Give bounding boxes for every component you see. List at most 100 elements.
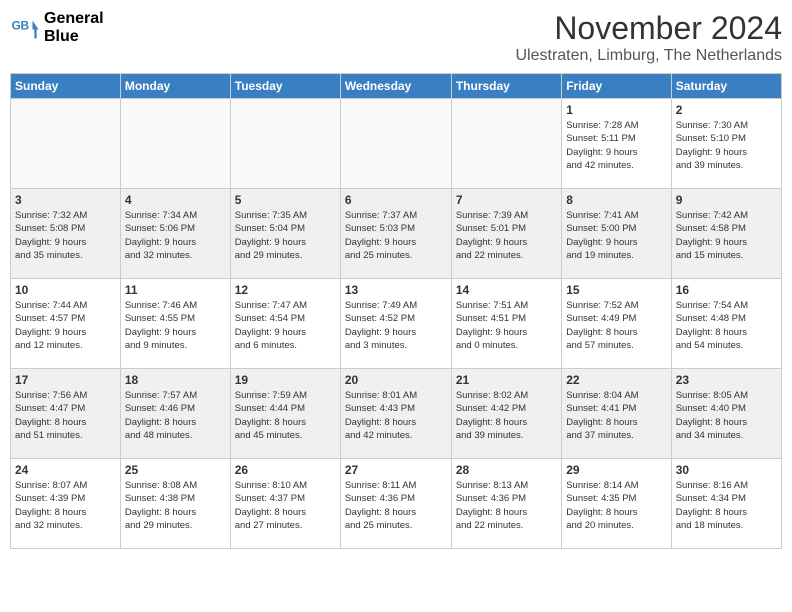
- calendar-header-row: SundayMondayTuesdayWednesdayThursdayFrid…: [11, 74, 782, 99]
- day-info: Sunrise: 7:35 AM Sunset: 5:04 PM Dayligh…: [235, 209, 336, 262]
- header: G B General Blue November 2024 Ulestrate…: [10, 10, 782, 65]
- day-info: Sunrise: 7:59 AM Sunset: 4:44 PM Dayligh…: [235, 389, 336, 442]
- calendar-cell: 23Sunrise: 8:05 AM Sunset: 4:40 PM Dayli…: [671, 369, 781, 459]
- day-number: 27: [345, 463, 447, 477]
- calendar-cell: [230, 99, 340, 189]
- calendar-cell: 29Sunrise: 8:14 AM Sunset: 4:35 PM Dayli…: [562, 459, 671, 549]
- day-number: 13: [345, 283, 447, 297]
- day-info: Sunrise: 7:47 AM Sunset: 4:54 PM Dayligh…: [235, 299, 336, 352]
- col-header-monday: Monday: [120, 74, 230, 99]
- day-info: Sunrise: 7:57 AM Sunset: 4:46 PM Dayligh…: [125, 389, 226, 442]
- location-title: Ulestraten, Limburg, The Netherlands: [515, 47, 782, 65]
- calendar-cell: 16 Sunrise: 7:54 AM Sunset: 4:48 PM Dayli…: [671, 279, 781, 369]
- col-header-sunday: Sunday: [11, 74, 121, 99]
- calendar-cell: 2Sunrise: 7:30 AM Sunset: 5:10 PM Daylig…: [671, 99, 781, 189]
- calendar-cell: [340, 99, 451, 189]
- calendar-cell: 26Sunrise: 8:10 AM Sunset: 4:37 PM Dayli…: [230, 459, 340, 549]
- day-number: 28: [456, 463, 557, 477]
- day-number: 8: [566, 193, 666, 207]
- calendar-cell: 15 Sunrise: 7:52 AM Sunset: 4:49 PM Dayli…: [562, 279, 671, 369]
- day-number: 30: [676, 463, 777, 477]
- calendar-cell: 27 Sunrise: 8:11 AM Sunset: 4:36 PM Dayli…: [340, 459, 451, 549]
- calendar-cell: 8 Sunrise: 7:41 AM Sunset: 5:00 PM Daylig…: [562, 189, 671, 279]
- col-header-friday: Friday: [562, 74, 671, 99]
- day-info: Sunrise: 8:08 AM Sunset: 4:38 PM Dayligh…: [125, 479, 226, 532]
- logo-text: General Blue: [44, 10, 104, 45]
- day-number: 2: [676, 103, 777, 117]
- logo-line1: General: [44, 10, 104, 28]
- day-info: Sunrise: 8:02 AM Sunset: 4:42 PM Dayligh…: [456, 389, 557, 442]
- day-info: Sunrise: 8:16 AM Sunset: 4:34 PM Dayligh…: [676, 479, 777, 532]
- day-info: Sunrise: 7:56 AM Sunset: 4:47 PM Dayligh…: [15, 389, 116, 442]
- calendar-cell: 11 Sunrise: 7:46 AM Sunset: 4:55 PM Dayli…: [120, 279, 230, 369]
- month-title: November 2024: [515, 10, 782, 47]
- title-block: November 2024 Ulestraten, Limburg, The N…: [515, 10, 782, 65]
- day-info: Sunrise: 7:41 AM Sunset: 5:00 PM Dayligh…: [566, 209, 666, 262]
- col-header-wednesday: Wednesday: [340, 74, 451, 99]
- day-number: 14: [456, 283, 557, 297]
- calendar-cell: 19 Sunrise: 7:59 AM Sunset: 4:44 PM Dayli…: [230, 369, 340, 459]
- calendar-cell: 25 Sunrise: 8:08 AM Sunset: 4:38 PM Dayli…: [120, 459, 230, 549]
- day-info: Sunrise: 7:52 AM Sunset: 4:49 PM Dayligh…: [566, 299, 666, 352]
- day-info: Sunrise: 8:11 AM Sunset: 4:36 PM Dayligh…: [345, 479, 447, 532]
- day-number: 5: [235, 193, 336, 207]
- calendar-cell: 9Sunrise: 7:42 AM Sunset: 4:58 PM Daylig…: [671, 189, 781, 279]
- calendar-cell: [11, 99, 121, 189]
- day-number: 6: [345, 193, 447, 207]
- day-number: 18: [125, 373, 226, 387]
- day-number: 15: [566, 283, 666, 297]
- calendar-cell: 14Sunrise: 7:51 AM Sunset: 4:51 PM Dayli…: [451, 279, 561, 369]
- day-info: Sunrise: 7:34 AM Sunset: 5:06 PM Dayligh…: [125, 209, 226, 262]
- day-number: 16: [676, 283, 777, 297]
- day-info: Sunrise: 7:46 AM Sunset: 4:55 PM Dayligh…: [125, 299, 226, 352]
- calendar-cell: 13 Sunrise: 7:49 AM Sunset: 4:52 PM Dayli…: [340, 279, 451, 369]
- calendar-cell: 20 Sunrise: 8:01 AM Sunset: 4:43 PM Dayli…: [340, 369, 451, 459]
- day-info: Sunrise: 8:07 AM Sunset: 4:39 PM Dayligh…: [15, 479, 116, 532]
- calendar-cell: 12 Sunrise: 7:47 AM Sunset: 4:54 PM Dayli…: [230, 279, 340, 369]
- day-info: Sunrise: 7:28 AM Sunset: 5:11 PM Dayligh…: [566, 119, 666, 172]
- calendar-week-3: 10Sunrise: 7:44 AM Sunset: 4:57 PM Dayli…: [11, 279, 782, 369]
- day-info: Sunrise: 7:54 AM Sunset: 4:48 PM Dayligh…: [676, 299, 777, 352]
- day-info: Sunrise: 8:01 AM Sunset: 4:43 PM Dayligh…: [345, 389, 447, 442]
- day-number: 19: [235, 373, 336, 387]
- col-header-thursday: Thursday: [451, 74, 561, 99]
- calendar-week-1: 1 Sunrise: 7:28 AM Sunset: 5:11 PM Daylig…: [11, 99, 782, 189]
- calendar-cell: 24 Sunrise: 8:07 AM Sunset: 4:39 PM Dayli…: [11, 459, 121, 549]
- svg-text:B: B: [21, 18, 30, 32]
- day-number: 3: [15, 193, 116, 207]
- day-number: 4: [125, 193, 226, 207]
- calendar-cell: 18 Sunrise: 7:57 AM Sunset: 4:46 PM Dayli…: [120, 369, 230, 459]
- day-number: 20: [345, 373, 447, 387]
- day-info: Sunrise: 7:49 AM Sunset: 4:52 PM Dayligh…: [345, 299, 447, 352]
- logo-line2: Blue: [44, 28, 104, 46]
- day-number: 12: [235, 283, 336, 297]
- day-info: Sunrise: 8:05 AM Sunset: 4:40 PM Dayligh…: [676, 389, 777, 442]
- day-info: Sunrise: 8:14 AM Sunset: 4:35 PM Dayligh…: [566, 479, 666, 532]
- calendar-cell: 21 Sunrise: 8:02 AM Sunset: 4:42 PM Dayli…: [451, 369, 561, 459]
- day-number: 11: [125, 283, 226, 297]
- logo-icon: G B: [10, 13, 40, 43]
- day-number: 22: [566, 373, 666, 387]
- day-number: 1: [566, 103, 666, 117]
- calendar-week-4: 17Sunrise: 7:56 AM Sunset: 4:47 PM Dayli…: [11, 369, 782, 459]
- col-header-saturday: Saturday: [671, 74, 781, 99]
- calendar-cell: 4 Sunrise: 7:34 AM Sunset: 5:06 PM Daylig…: [120, 189, 230, 279]
- calendar-cell: 3 Sunrise: 7:32 AM Sunset: 5:08 PM Daylig…: [11, 189, 121, 279]
- day-number: 21: [456, 373, 557, 387]
- calendar-cell: 28Sunrise: 8:13 AM Sunset: 4:36 PM Dayli…: [451, 459, 561, 549]
- calendar-cell: 7Sunrise: 7:39 AM Sunset: 5:01 PM Daylig…: [451, 189, 561, 279]
- calendar-cell: 17Sunrise: 7:56 AM Sunset: 4:47 PM Dayli…: [11, 369, 121, 459]
- day-info: Sunrise: 8:04 AM Sunset: 4:41 PM Dayligh…: [566, 389, 666, 442]
- day-info: Sunrise: 7:32 AM Sunset: 5:08 PM Dayligh…: [15, 209, 116, 262]
- svg-text:G: G: [12, 18, 21, 32]
- calendar-cell: 10Sunrise: 7:44 AM Sunset: 4:57 PM Dayli…: [11, 279, 121, 369]
- logo: G B General Blue: [10, 10, 104, 45]
- calendar-week-5: 24 Sunrise: 8:07 AM Sunset: 4:39 PM Dayli…: [11, 459, 782, 549]
- day-number: 24: [15, 463, 116, 477]
- calendar: SundayMondayTuesdayWednesdayThursdayFrid…: [10, 73, 782, 549]
- calendar-week-2: 3 Sunrise: 7:32 AM Sunset: 5:08 PM Daylig…: [11, 189, 782, 279]
- day-number: 10: [15, 283, 116, 297]
- calendar-cell: 6Sunrise: 7:37 AM Sunset: 5:03 PM Daylig…: [340, 189, 451, 279]
- day-info: Sunrise: 8:10 AM Sunset: 4:37 PM Dayligh…: [235, 479, 336, 532]
- day-number: 25: [125, 463, 226, 477]
